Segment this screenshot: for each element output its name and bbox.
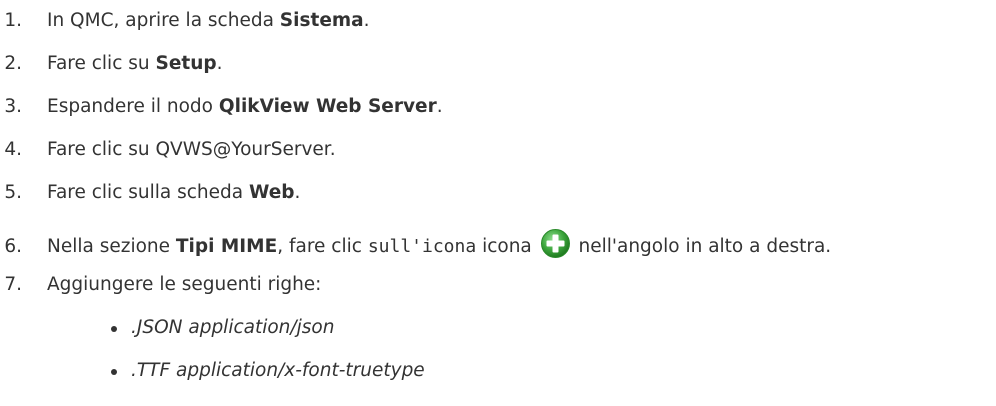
- step-number: 5.: [4, 182, 22, 203]
- step-number: 3.: [4, 96, 22, 117]
- step-bold: Setup: [155, 53, 217, 74]
- step-bold: QlikView Web Server: [218, 96, 437, 117]
- step-number: 2.: [4, 53, 22, 74]
- step-1: 1. In QMC, aprire la scheda Sistema.: [0, 9, 369, 33]
- bullet-icon: [111, 326, 117, 332]
- step-6: 6. Nella sezione Tipi MIME, fare clic sul…: [0, 228, 831, 259]
- inline-code: sull'icona: [367, 236, 477, 257]
- step-number: 4.: [4, 139, 22, 160]
- step-3: 3. Espandere il nodo QlikView Web Server.: [0, 95, 442, 119]
- step-7: 7. Aggiungere le seguenti righe:: [0, 273, 321, 297]
- step-number: 1.: [4, 10, 22, 31]
- step-text: Nella sezione: [47, 236, 176, 257]
- step-2: 2. Fare clic su Setup.: [0, 52, 222, 76]
- step-text: Fare clic su QVWS@YourServer.: [47, 139, 336, 160]
- step-text: In QMC, aprire la scheda: [47, 10, 280, 31]
- step-bold: Tipi MIME: [175, 236, 278, 257]
- step-bold: Web: [248, 182, 295, 203]
- list-item: .JSON application/json: [111, 316, 334, 340]
- step-4: 4. Fare clic su QVWS@YourServer.: [0, 138, 336, 162]
- list-item: .TTF application/x-font-truetype: [111, 359, 425, 383]
- step-text: Espandere il nodo: [47, 96, 219, 117]
- step-bold: Sistema: [279, 10, 364, 31]
- bullet-icon: [111, 369, 117, 375]
- add-icon: [540, 228, 571, 259]
- step-number: 7.: [4, 274, 22, 295]
- step-text: Fare clic sulla scheda: [47, 182, 249, 203]
- step-5: 5. Fare clic sulla scheda Web.: [0, 181, 300, 205]
- step-text: Aggiungere le seguenti righe:: [47, 274, 322, 295]
- step-text: Fare clic su: [47, 53, 156, 74]
- step-number: 6.: [4, 236, 22, 257]
